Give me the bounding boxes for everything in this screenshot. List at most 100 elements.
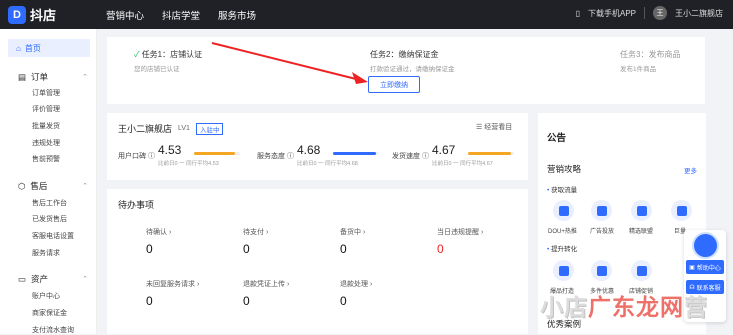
todo-label[interactable]: 未回复服务请求 ›: [146, 279, 199, 289]
logo-text: 抖店: [30, 8, 57, 23]
hot-product-icon[interactable]: [553, 260, 574, 281]
sidebar-item-label: 首页: [24, 43, 41, 53]
todo-label[interactable]: 备货中 ›: [340, 227, 365, 237]
metric-bar-track: [194, 152, 240, 155]
shop-level: LV1: [178, 125, 190, 132]
logo[interactable]: D 抖店: [8, 5, 56, 24]
sidebar-item[interactable]: 商家保证金: [32, 308, 67, 318]
status-badge: 入驻中: [195, 122, 224, 135]
chevron-up-icon: ⌃: [82, 183, 88, 190]
list-icon: ☰: [476, 124, 483, 131]
top-nav: 营销中心 抖店学堂 服务市场: [106, 8, 256, 22]
todo-value[interactable]: 0: [437, 242, 444, 256]
todo-label[interactable]: 退款凭证上传 ›: [243, 279, 289, 289]
watermark-text: 小店: [540, 294, 588, 320]
sidebar-group-label: 订单: [31, 72, 49, 82]
robot-icon[interactable]: [692, 232, 719, 259]
divider: [644, 7, 645, 19]
avatar[interactable]: 王: [653, 6, 667, 20]
todo-value[interactable]: 0: [146, 294, 153, 308]
todo-label[interactable]: 退款处理 ›: [340, 279, 372, 289]
strategy-title: 营销攻略: [547, 164, 582, 174]
sidebar-item[interactable]: 违规处理: [32, 138, 60, 148]
sidebar: ⌂ 首页 ▤ 订单 ⌃ 订单管理 评价管理 批量发货 违规处理 售前预警 ⬡ 售…: [0, 29, 97, 334]
metric-service: 服务态度 ⓘ 4.68 比前日0 一 同行平均4.68: [257, 143, 387, 175]
section-conversion: • 提升转化: [547, 243, 577, 253]
metric-label: 服务态度: [257, 153, 285, 160]
shop-name[interactable]: 王小二旗舰店: [675, 8, 723, 19]
watermark-text: 营: [684, 294, 708, 320]
metric-value: 4.53: [158, 143, 182, 157]
top-right: ▯ 下载手机APP 王 王小二旗舰店: [576, 6, 723, 20]
nav-school[interactable]: 抖店学堂: [162, 8, 200, 22]
sidebar-group-order[interactable]: ▤ 订单 ⌃: [18, 71, 88, 83]
icon-label: 精选联盟: [629, 229, 654, 235]
promotion-icon[interactable]: [631, 260, 652, 281]
metric-bar: [333, 152, 377, 155]
box-icon: ⬡: [18, 180, 26, 191]
sidebar-group-aftersale[interactable]: ⬡ 售后 ⌃: [18, 180, 88, 192]
todo-value[interactable]: 0: [340, 242, 347, 256]
metric-peer: 同行平均4.53: [186, 161, 219, 167]
sidebar-item[interactable]: 售后工作台: [32, 198, 67, 208]
more-link[interactable]: 更多: [684, 165, 697, 175]
sidebar-item[interactable]: 客服电话设置: [32, 231, 74, 241]
sidebar-item[interactable]: 评价管理: [32, 104, 60, 114]
icon-label: DOU+热推: [548, 229, 577, 235]
nav-service-market[interactable]: 服务市场: [218, 8, 256, 22]
help-center-button[interactable]: ▣ 帮助中心: [686, 260, 724, 274]
todo-value[interactable]: 0: [146, 242, 153, 256]
todo-label[interactable]: 当日违规提醒 ›: [437, 227, 483, 237]
nav-marketing[interactable]: 营销中心: [106, 8, 144, 22]
pay-deposit-button[interactable]: 立即缴纳: [368, 76, 420, 93]
metric-bar: [468, 152, 511, 155]
ad-icon[interactable]: [591, 200, 612, 221]
todo-value[interactable]: 0: [243, 294, 250, 308]
sidebar-group-label: 售后: [30, 181, 48, 191]
logo-mark-icon: D: [8, 5, 26, 24]
sidebar-item-home[interactable]: ⌂ 首页: [8, 39, 90, 57]
todo-label[interactable]: 待确认 ›: [146, 227, 171, 237]
manage-link[interactable]: ☰ 经营看目: [476, 122, 512, 132]
metric-value: 4.67: [432, 143, 456, 157]
shop-title: 王小二旗舰店: [118, 124, 173, 134]
sidebar-item[interactable]: 已发货售后: [32, 214, 67, 224]
alliance-icon[interactable]: [631, 200, 652, 221]
task-title: 任务2：缴纳保证金: [370, 50, 439, 59]
todo-title: 待办事项: [118, 200, 155, 210]
icon-label: 广告投放: [590, 229, 615, 235]
watermark-text: 广东龙网: [588, 294, 684, 320]
help-icon: ⓘ: [147, 153, 155, 160]
chevron-up-icon: ⌃: [82, 74, 88, 81]
sidebar-item[interactable]: 订单管理: [32, 88, 60, 98]
sidebar-item[interactable]: 服务请求: [32, 248, 60, 258]
task-title: 任务1：店铺认证: [141, 50, 203, 59]
notice-title: 公告: [547, 133, 567, 144]
book-icon: ▣: [689, 264, 695, 271]
sidebar-group-assets[interactable]: ▭ 资产 ⌃: [18, 273, 88, 285]
sidebar-item[interactable]: 批量发货: [32, 121, 60, 131]
sidebar-group-label: 资产: [31, 274, 49, 284]
metric-bar: [194, 152, 236, 155]
todo-label[interactable]: 待支付 ›: [243, 227, 268, 237]
todo-value[interactable]: 0: [243, 242, 250, 256]
home-icon: ⌂: [16, 43, 21, 53]
download-app-link[interactable]: 下载手机APP: [588, 8, 636, 19]
todo-value[interactable]: 0: [340, 294, 347, 308]
sidebar-item[interactable]: 账户中心: [32, 291, 60, 301]
metric-peer: 同行平均4.68: [325, 161, 358, 167]
sidebar-item[interactable]: 售前预警: [32, 154, 60, 164]
engine-icon[interactable]: [671, 200, 692, 221]
task-sub: 打款验证通过，请缴纳保证金: [370, 66, 455, 73]
dou-icon[interactable]: [553, 200, 574, 221]
multi-discount-icon[interactable]: [591, 260, 612, 281]
watermark: 小店广东龙网营: [540, 288, 708, 322]
metric-bar-track: [468, 152, 514, 155]
task-sub: 发布1件商品: [620, 66, 657, 73]
task-1: ✓ 任务1：店铺认证 您的店铺已认证: [134, 49, 202, 73]
section-label: 获取流量: [551, 187, 578, 194]
clipboard-icon: ▤: [18, 71, 27, 82]
todo-card: [107, 189, 528, 334]
metric-reputation: 用户口碑 ⓘ 4.53 比前日0 一 同行平均4.53: [118, 143, 248, 175]
help-label: 帮助中心: [696, 265, 721, 272]
